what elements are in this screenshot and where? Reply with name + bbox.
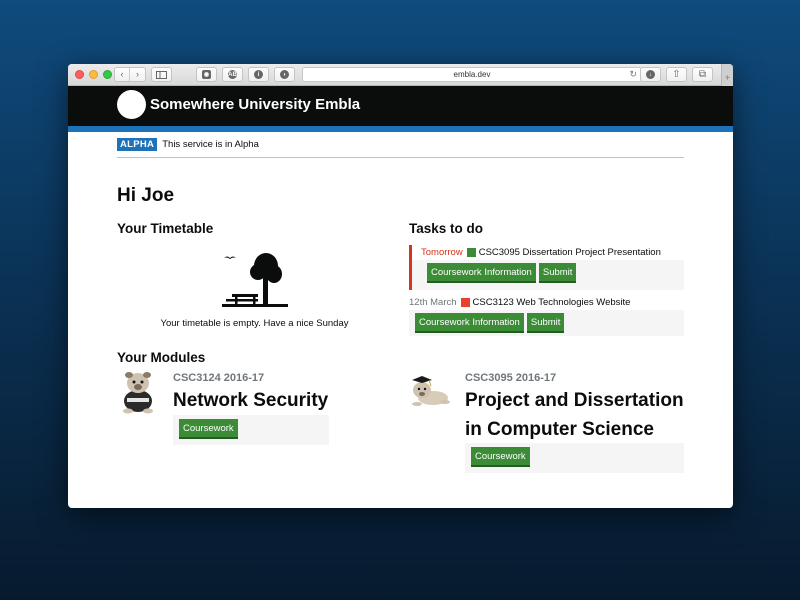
coursework-information-button[interactable]: Coursework Information	[415, 313, 524, 333]
sidebar-toggle-button[interactable]	[151, 67, 172, 82]
module-color-swatch	[466, 248, 476, 257]
task-actions: Coursework Information Submit	[412, 260, 684, 283]
shield-icon: ◗	[280, 70, 289, 79]
phase-text: This service is in Alpha	[162, 139, 259, 150]
reload-icon[interactable]: ↻	[629, 69, 637, 80]
module-color-swatch	[460, 298, 470, 307]
site-title[interactable]: Somewhere University Embla	[150, 96, 360, 113]
sidebar-icon	[156, 70, 167, 79]
phase-banner: ALPHA This service is in Alpha	[117, 132, 684, 158]
task-summary: Tomorrow CSC3095 Dissertation Project Pr…	[412, 245, 684, 260]
adblock-extension-button[interactable]: AB	[222, 67, 243, 82]
timetable-heading: Your Timetable	[117, 221, 214, 236]
module-name[interactable]: Project and Dissertation in Computer Sci…	[465, 386, 690, 444]
coursework-button[interactable]: Coursework	[179, 419, 238, 439]
download-icon: ↓	[646, 70, 655, 79]
task-actions: Coursework Information Submit	[409, 310, 684, 333]
coursework-button[interactable]: Coursework	[471, 447, 530, 467]
task-item: Tomorrow CSC3095 Dissertation Project Pr…	[409, 245, 684, 290]
task-title: CSC3095 Dissertation Project Presentatio…	[478, 247, 661, 258]
screenshot-extension-button[interactable]: ◉	[196, 67, 217, 82]
module-actions: Coursework	[173, 415, 329, 445]
chevron-right-icon[interactable]: ›	[130, 68, 145, 81]
module-bulldog-image[interactable]	[117, 368, 159, 414]
module-code: CSC3124 2016-17	[173, 372, 265, 384]
task-title: CSC3123 Web Technologies Website	[472, 297, 631, 308]
modules-heading: Your Modules	[117, 350, 206, 365]
privacy-extension-button[interactable]: ◗	[274, 67, 295, 82]
camera-icon: ◉	[202, 70, 211, 79]
browser-window: ‹ › ◉ AB i ◗ embla.dev ↻ ↓ ⇧ ⧉ + Somewhe…	[68, 64, 733, 508]
adblock-icon: AB	[228, 70, 237, 79]
phase-tag: ALPHA	[117, 138, 158, 151]
page-title: Hi Joe	[117, 185, 175, 206]
info-extension-button[interactable]: i	[248, 67, 269, 82]
url-text: embla.dev	[453, 70, 491, 79]
zoom-window-button[interactable]	[103, 70, 112, 79]
module-bulldog-graduate-image[interactable]	[409, 368, 451, 414]
main-content: ALPHA This service is in Alpha Hi Joe Yo…	[117, 132, 684, 473]
task-summary: 12th March CSC3123 Web Technologies Webs…	[409, 295, 684, 310]
minimize-window-button[interactable]	[89, 70, 98, 79]
share-icon: ⇧	[672, 68, 681, 80]
university-logo[interactable]	[117, 90, 146, 119]
share-button[interactable]: ⇧	[666, 67, 687, 82]
task-due-date: 12th March	[409, 297, 457, 308]
tabs-icon: ⧉	[698, 68, 707, 80]
chevron-left-icon[interactable]: ‹	[115, 68, 130, 81]
close-window-button[interactable]	[75, 70, 84, 79]
window-controls	[75, 70, 112, 79]
timetable-empty-message: Your timetable is empty. Have a nice Sun…	[160, 318, 349, 329]
address-bar[interactable]: embla.dev ↻	[302, 67, 642, 82]
downloads-button[interactable]: ↓	[640, 67, 661, 82]
task-due-date: Tomorrow	[421, 247, 463, 258]
submit-button[interactable]: Submit	[538, 263, 577, 283]
tabs-overview-button[interactable]: ⧉	[692, 67, 713, 82]
submit-button[interactable]: Submit	[526, 313, 565, 333]
module-actions: Coursework	[465, 443, 684, 473]
info-icon: i	[254, 70, 263, 79]
module-name[interactable]: Network Security	[173, 386, 373, 415]
site-header: Somewhere University Embla	[68, 86, 733, 132]
back-forward-group: ‹ ›	[114, 67, 146, 82]
new-tab-button[interactable]: +	[721, 64, 733, 86]
task-item: 12th March CSC3123 Web Technologies Webs…	[409, 295, 684, 336]
park-tree-icon	[222, 253, 288, 307]
browser-toolbar: ‹ › ◉ AB i ◗ embla.dev ↻ ↓ ⇧ ⧉ +	[68, 64, 733, 86]
tasks-heading: Tasks to do	[409, 221, 484, 236]
module-code: CSC3095 2016-17	[465, 372, 557, 384]
coursework-information-button[interactable]: Coursework Information	[427, 263, 536, 283]
